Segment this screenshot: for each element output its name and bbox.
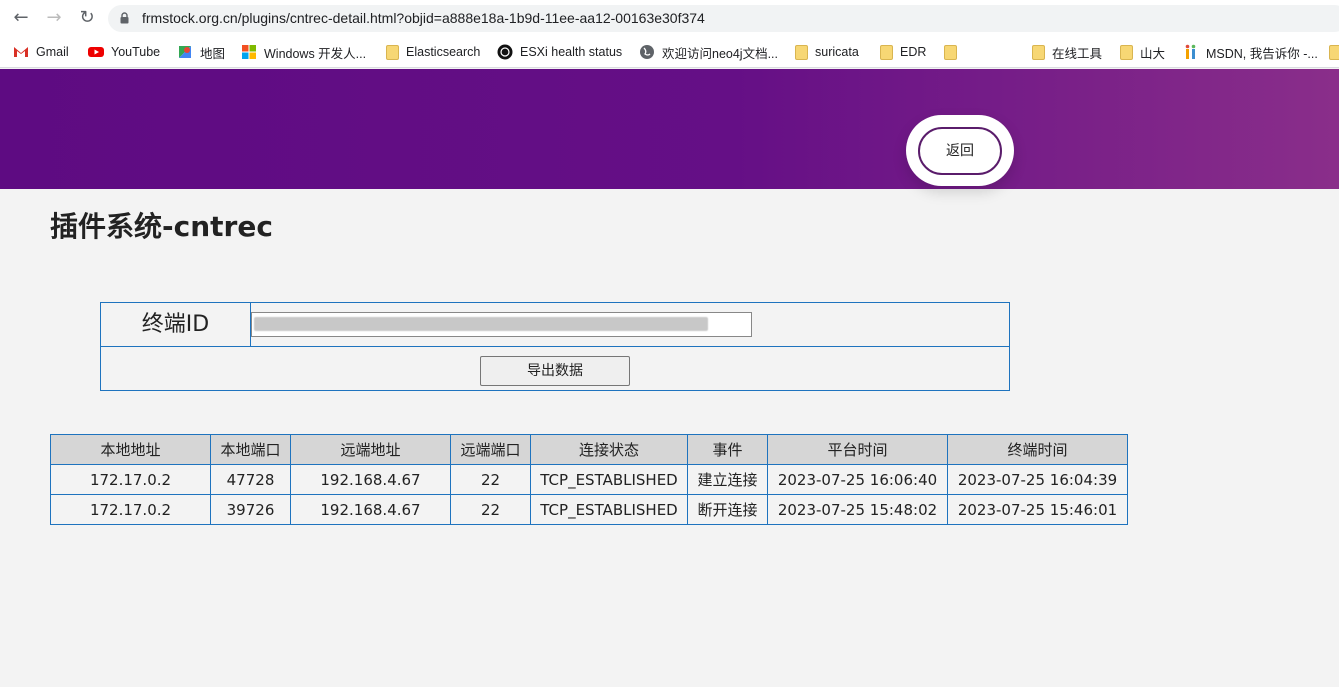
- url-text: frmstock.org.cn/plugins/cntrec-detail.ht…: [142, 10, 705, 26]
- table-cell: TCP_ESTABLISHED: [530, 464, 688, 495]
- table-row: 172.17.0.2 39726 192.168.4.67 22 TCP_EST…: [50, 494, 1128, 525]
- folder-icon: [795, 44, 808, 60]
- bookmark-edr[interactable]: EDR: [880, 43, 926, 61]
- bookmark-windows[interactable]: Windows 开发人...: [241, 43, 366, 61]
- table-cell: 172.17.0.2: [50, 494, 211, 525]
- bookmark-suricata[interactable]: suricata: [795, 43, 859, 61]
- bookmark-unnamed[interactable]: [944, 43, 964, 61]
- youtube-icon: [88, 44, 104, 60]
- bookmark-label: MSDN, 我告诉你 -...: [1206, 46, 1318, 61]
- export-data-button[interactable]: 导出数据: [480, 356, 630, 386]
- bookmark-label: 山大: [1140, 46, 1166, 61]
- globe-icon: [639, 44, 655, 60]
- back-button[interactable]: 返回: [918, 127, 1002, 175]
- bookmark-label: 在线工具: [1052, 46, 1103, 61]
- column-header: 事件: [687, 434, 768, 465]
- forward-arrow-icon[interactable]: →: [44, 8, 64, 28]
- table-header-row: 本地地址 本地端口 远端地址 远端端口 连接状态 事件 平台时间 终端时间: [50, 434, 1128, 465]
- reload-icon[interactable]: ↻: [77, 8, 97, 28]
- bookmark-label: Windows 开发人...: [264, 46, 367, 61]
- table-cell: 2023-07-25 15:46:01: [947, 494, 1128, 525]
- bookmark-neo4j[interactable]: 欢迎访问neo4j文档...: [639, 43, 778, 61]
- bookmark-label: Gmail: [36, 45, 69, 59]
- page-title: 插件系统-cntrec: [50, 210, 273, 243]
- bookmark-label: EDR: [900, 45, 927, 59]
- back-arrow-icon[interactable]: ←: [11, 8, 31, 28]
- folder-icon: [386, 44, 399, 60]
- table-cell: 断开连接: [687, 494, 768, 525]
- table-cell: 2023-07-25 16:06:40: [767, 464, 948, 495]
- column-header: 平台时间: [767, 434, 948, 465]
- bookmark-esxi[interactable]: ESXi health status: [497, 43, 622, 61]
- esxi-icon: [497, 44, 513, 60]
- bookmark-youtube[interactable]: YouTube: [88, 43, 160, 61]
- table-cell: TCP_ESTABLISHED: [530, 494, 688, 525]
- gmail-icon: [13, 44, 29, 60]
- table-cell: 2023-07-25 16:04:39: [947, 464, 1128, 495]
- header-banner: [0, 69, 1339, 189]
- column-header: 本地端口: [210, 434, 291, 465]
- table-cell: 192.168.4.67: [290, 494, 451, 525]
- bookmark-gmail[interactable]: Gmail: [13, 43, 69, 61]
- table-cell: 22: [450, 494, 531, 525]
- bookmark-msdn[interactable]: MSDN, 我告诉你 -...: [1183, 43, 1318, 61]
- bookmark-shanda[interactable]: 山大: [1120, 43, 1165, 61]
- redacted-terminal-id: [254, 317, 708, 331]
- table-cell: 建立连接: [687, 464, 768, 495]
- terminal-form: 终端ID 导出数据: [100, 302, 1010, 391]
- bookmark-label: suricata: [815, 45, 859, 59]
- maps-icon: [177, 44, 193, 60]
- back-button-container: 返回: [906, 115, 1014, 186]
- folder-icon: [1329, 44, 1339, 60]
- address-bar[interactable]: frmstock.org.cn/plugins/cntrec-detail.ht…: [108, 5, 1339, 32]
- folder-icon: [1032, 44, 1045, 60]
- folder-icon: [1120, 44, 1133, 60]
- table-cell: 192.168.4.67: [290, 464, 451, 495]
- bookmark-maps[interactable]: 地图: [177, 43, 225, 61]
- bookmarks-bar: Gmail YouTube 地图 Windows 开发人... Elastics…: [0, 36, 1339, 68]
- bookmark-label: YouTube: [111, 45, 161, 59]
- browser-toolbar: ← → ↻ frmstock.org.cn/plugins/cntrec-det…: [0, 0, 1339, 36]
- lock-icon: [120, 12, 129, 24]
- table-cell: 39726: [210, 494, 291, 525]
- terminal-id-label: 终端ID: [101, 303, 251, 347]
- table-cell: 2023-07-25 15:48:02: [767, 494, 948, 525]
- column-header: 本地地址: [50, 434, 211, 465]
- msdn-icon: [1183, 44, 1199, 60]
- windows-icon: [241, 44, 257, 60]
- column-header: 远端端口: [450, 434, 531, 465]
- bookmark-label: Elasticsearch: [406, 45, 481, 59]
- connection-table: 本地地址 本地端口 远端地址 远端端口 连接状态 事件 平台时间 终端时间 17…: [50, 434, 1128, 525]
- bookmark-overflow[interactable]: [1329, 43, 1339, 61]
- column-header: 远端地址: [290, 434, 451, 465]
- folder-icon: [880, 44, 893, 60]
- column-header: 终端时间: [947, 434, 1128, 465]
- column-header: 连接状态: [530, 434, 688, 465]
- bookmark-elasticsearch[interactable]: Elasticsearch: [386, 43, 480, 61]
- bookmark-label: ESXi health status: [520, 45, 623, 59]
- bookmark-label: 地图: [200, 46, 226, 61]
- table-cell: 22: [450, 464, 531, 495]
- table-cell: 47728: [210, 464, 291, 495]
- table-cell: 172.17.0.2: [50, 464, 211, 495]
- bookmark-online-tools[interactable]: 在线工具: [1032, 43, 1102, 61]
- table-row: 172.17.0.2 47728 192.168.4.67 22 TCP_EST…: [50, 464, 1128, 495]
- folder-icon: [944, 44, 957, 60]
- bookmark-label: 欢迎访问neo4j文档...: [662, 46, 779, 61]
